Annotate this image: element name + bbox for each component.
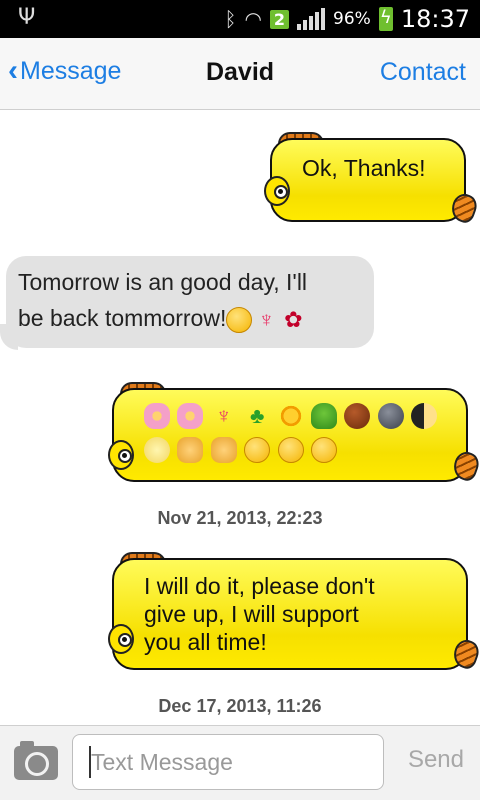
battery-charging-icon	[378, 7, 393, 31]
rose-emoji-icon: ✿	[284, 306, 303, 332]
fish-face-icon	[264, 176, 290, 206]
message-timestamp: Dec 17, 2013, 11:26	[158, 696, 322, 716]
message-composer: Text Message Send	[0, 725, 480, 800]
message-text-line: I will do it, please don't	[144, 573, 375, 599]
battery-percent: 96%	[333, 9, 371, 29]
fish-face-icon	[108, 624, 134, 654]
chestnut-emoji-icon	[344, 402, 371, 429]
full-moon-face-emoji-icon	[144, 436, 170, 463]
message-input-placeholder: Text Message	[91, 749, 233, 775]
message-text-line: you all time!	[144, 629, 267, 655]
message-text-line: be back tommorrow!	[18, 305, 227, 331]
message-text-line: give up, I will support	[144, 601, 359, 627]
blush-emoji-icon	[310, 436, 337, 463]
first-quarter-moon-emoji-icon	[411, 402, 438, 429]
signal-icon	[297, 8, 326, 30]
tulip-emoji-icon: ♆	[215, 402, 233, 428]
conversation-thread[interactable]: Ok, Thanks! Tomorrow is an good day, I'l…	[0, 110, 480, 725]
text-caret	[89, 746, 91, 778]
send-button[interactable]: Send	[408, 746, 464, 774]
wifi-icon: ◠	[244, 7, 262, 31]
bouquet-emoji-icon	[144, 402, 170, 429]
usb-icon: Ψ	[18, 5, 36, 30]
bluetooth-icon: ᛒ	[224, 7, 237, 31]
message-timestamp: Nov 21, 2013, 22:23	[157, 508, 323, 528]
camera-icon[interactable]	[14, 741, 58, 780]
new-moon-face-emoji-icon	[377, 402, 404, 429]
message-text-line: Tomorrow is an good day, I'll	[18, 269, 308, 295]
notification-badge: 2	[269, 9, 290, 29]
grinning-emoji-icon	[244, 436, 271, 463]
smiling-emoji-icon	[277, 436, 304, 463]
sunflower-emoji-icon	[277, 402, 304, 429]
grinning-emoji-icon	[226, 306, 253, 333]
fish-face-icon	[108, 440, 134, 470]
crying-cat-emoji-icon	[177, 436, 204, 463]
cherry-blossom-emoji-icon	[177, 402, 204, 429]
clock: 18:37	[400, 5, 470, 33]
navigation-bar: ‹ Message David Contact	[0, 38, 480, 110]
tree-emoji-icon	[310, 402, 337, 429]
contact-button[interactable]: Contact	[380, 58, 466, 87]
status-bar: Ψ ᛒ ◠ 2 96% 18:37	[0, 0, 480, 38]
tulip-emoji-icon: ♆	[258, 306, 275, 332]
four-leaf-clover-emoji-icon: ♣	[249, 402, 265, 428]
message-text: Ok, Thanks!	[302, 155, 426, 181]
message-input[interactable]: Text Message	[72, 734, 384, 790]
weary-cat-emoji-icon	[210, 436, 237, 463]
